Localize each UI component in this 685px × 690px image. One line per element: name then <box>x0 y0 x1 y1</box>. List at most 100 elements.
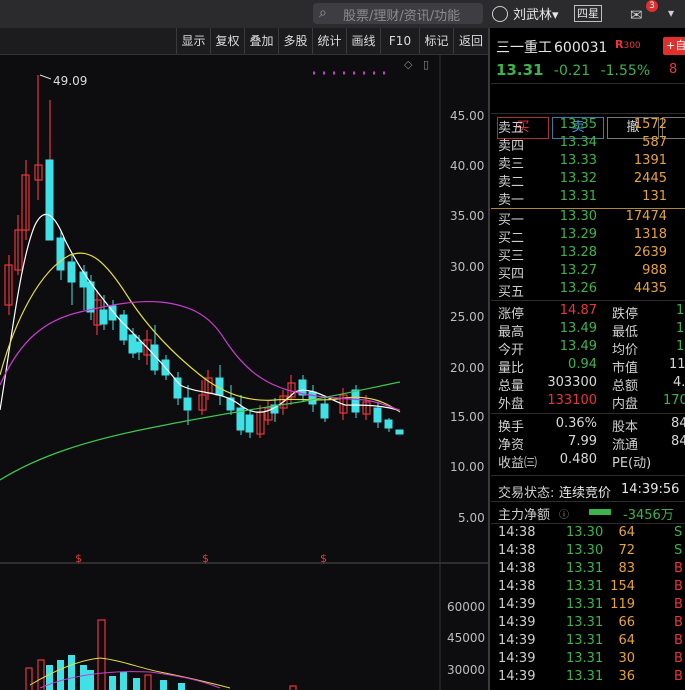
candlestick-series <box>4 75 404 438</box>
ask-price: 13.35 <box>559 117 597 132</box>
price-axis-label: 15.00 <box>450 410 484 424</box>
r-number: 300 <box>623 41 641 51</box>
top-bar: ⌕ 股票/理财/资讯/功能 刘武林▾ 四星 ✉ 3 ▾ <box>0 0 685 28</box>
tick-row[interactable]: 14:38 13.31 83 B <box>491 561 685 579</box>
tick-side: S <box>674 543 683 558</box>
stat-row: 量比 0.94 市值 11 <box>491 357 685 376</box>
toolbar-stats-button[interactable]: 统计 <box>312 28 346 54</box>
high-price-label: 49.09 <box>53 74 87 88</box>
float-shares-value: 84 <box>671 434 685 449</box>
bid-row[interactable]: 买四 13.27 988 <box>491 263 685 282</box>
ask-label: 卖四 <box>498 139 525 154</box>
info-icon[interactable]: ⓘ <box>559 506 569 521</box>
stat-label: 总量 <box>498 379 525 394</box>
toolbar-fuquan-button[interactable]: 复权 <box>210 28 244 54</box>
bid-label: 买五 <box>498 285 525 300</box>
search-input[interactable]: ⌕ 股票/理财/资讯/功能 <box>313 3 483 24</box>
dividend-marker[interactable]: $ <box>320 552 327 565</box>
volume-axis-label: 60000 <box>447 600 485 614</box>
toolbar-multistock-button[interactable]: 多股 <box>278 28 312 54</box>
toolbar-back-button[interactable]: 返回 <box>453 28 488 54</box>
bid-label: 买二 <box>498 231 525 246</box>
outer-volume-value: 133100 <box>547 393 597 408</box>
stat-label: 市值 <box>612 361 639 376</box>
tick-row[interactable]: 14:39 13.31 30 B <box>491 651 685 669</box>
ask-volume: 2445 <box>633 171 667 186</box>
stat-label: 最低 <box>612 325 639 340</box>
tick-row[interactable]: 14:38 13.30 64 S <box>491 525 685 543</box>
high-value: 13.49 <box>559 321 597 336</box>
bid-row[interactable]: 买一 13.30 17474 <box>491 209 685 228</box>
ask-price: 13.32 <box>559 171 597 186</box>
stat-row: 总量 303300 总额 4. <box>491 375 685 394</box>
ask-volume: 1391 <box>633 153 667 168</box>
tick-volume: 64 <box>618 633 635 648</box>
volume-ratio-value: 0.94 <box>568 357 597 372</box>
price-axis-label: 45.00 <box>450 109 484 123</box>
toolbar-f10-button[interactable]: F10 <box>380 28 419 54</box>
user-menu[interactable]: 刘武林▾ <box>492 4 559 24</box>
tick-volume: 30 <box>618 651 635 666</box>
tick-row[interactable]: 14:39 13.31 64 B <box>491 633 685 651</box>
tick-row[interactable]: 14:39 13.31 36 B <box>491 669 685 687</box>
dividend-marker[interactable]: $ <box>75 552 82 565</box>
tick-time: 14:39 <box>498 651 536 666</box>
bid-row[interactable]: 买二 13.29 1318 <box>491 227 685 246</box>
tick-row[interactable]: 14:38 13.31 154 B <box>491 579 685 597</box>
price-axis-label: 25.00 <box>450 310 484 324</box>
mail-count-badge: 3 <box>646 0 658 12</box>
stat-label: 最高 <box>498 325 525 340</box>
tick-row[interactable]: 14:39 13.31 66 B <box>491 615 685 633</box>
status-value: 连续竞价 <box>559 486 612 501</box>
ask-price: 13.31 <box>559 189 597 204</box>
price-axis-label: 35.00 <box>450 209 484 223</box>
dividend-marker[interactable]: $ <box>202 552 209 565</box>
ask-label: 卖二 <box>498 175 525 190</box>
bid-price: 13.27 <box>559 263 597 278</box>
price-axis-label: 5.00 <box>458 511 485 525</box>
stat-label: 均价 <box>612 343 639 358</box>
price-axis-label: 20.00 <box>450 361 484 375</box>
search-placeholder: 股票/理财/资讯/功能 <box>343 9 461 24</box>
tick-row[interactable]: 14:39 13.31 119 B <box>491 597 685 615</box>
ask-row[interactable]: 卖一 13.31 131 <box>491 189 685 208</box>
divider <box>491 413 685 414</box>
inner-volume-value: 170 <box>663 393 685 408</box>
toolbar-display-button[interactable]: 显示 <box>176 28 210 54</box>
tick-price: 13.31 <box>566 651 604 666</box>
toolbar-draw-button[interactable]: 画线 <box>346 28 380 54</box>
ask-row[interactable]: 卖二 13.32 2445 <box>491 171 685 190</box>
ask-row[interactable]: 卖三 13.33 1391 <box>491 153 685 172</box>
ask-row[interactable]: 卖四 13.34 587 <box>491 135 685 154</box>
volume-axis-label: 30000 <box>447 663 485 677</box>
tick-row[interactable]: 14:38 13.30 72 S <box>491 543 685 561</box>
eps-value: 0.480 <box>559 452 597 467</box>
bid-row[interactable]: 买五 13.26 4435 <box>491 281 685 300</box>
diamond-icon[interactable]: ◇ <box>404 58 413 71</box>
net-asset-value: 7.99 <box>568 434 597 449</box>
panel-divider <box>488 28 490 690</box>
net-flow-row[interactable]: 主力净额 ⓘ -3456万 <box>491 504 685 523</box>
bid-row[interactable]: 买三 13.28 2639 <box>491 245 685 264</box>
panel-toggle-icon[interactable]: ▯ <box>423 58 429 71</box>
more-menu-icon[interactable]: ▾ <box>668 6 674 20</box>
level-badge[interactable]: 四星 <box>574 5 602 22</box>
divider <box>491 83 685 84</box>
toolbar-overlay-button[interactable]: 叠加 <box>244 28 278 54</box>
bid-price: 13.26 <box>559 281 597 296</box>
add-watchlist-button[interactable]: +自 <box>663 37 685 55</box>
bid-price: 13.30 <box>559 209 597 224</box>
tick-side: B <box>674 597 683 612</box>
ask-row[interactable]: 卖五 13.35 1572 <box>491 117 685 136</box>
tick-volume: 36 <box>618 669 635 684</box>
kline-chart[interactable]: ◇ ▯ 49.09 45.00 40.00 35.00 30.00 25.00 … <box>0 55 488 690</box>
stat-label: 总额 <box>612 379 639 394</box>
tick-side: B <box>674 615 683 630</box>
ask-label: 卖三 <box>498 157 525 172</box>
ask-label: 卖一 <box>498 193 525 208</box>
tick-time: 14:39 <box>498 615 536 630</box>
tick-side: B <box>674 579 683 594</box>
volume-series <box>25 619 297 690</box>
toolbar-mark-button[interactable]: 标记 <box>419 28 453 54</box>
mail-icon[interactable]: ✉ <box>630 6 643 24</box>
